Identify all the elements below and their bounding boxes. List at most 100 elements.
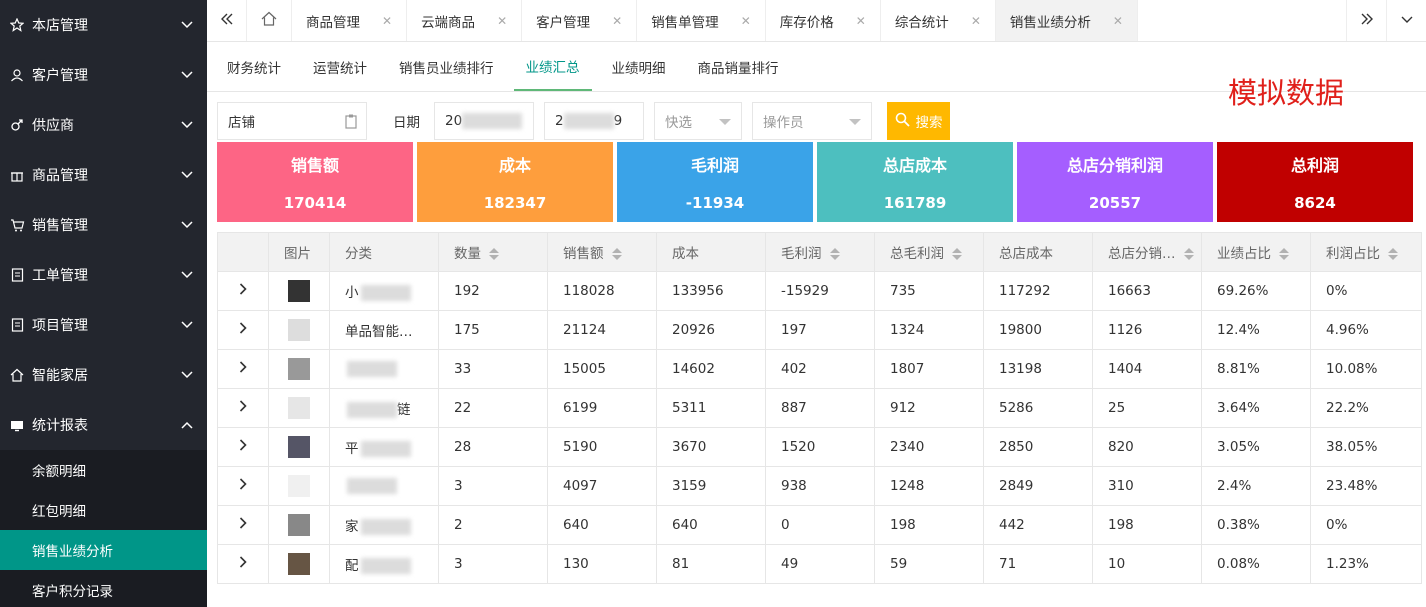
sidebar-item-sales[interactable]: 销售管理 bbox=[0, 200, 207, 250]
card-cost: 成本 182347 bbox=[417, 142, 613, 222]
chevron-right-icon[interactable] bbox=[239, 556, 247, 572]
close-icon[interactable]: ✕ bbox=[382, 14, 392, 28]
sidebar-subitem-sales-analysis[interactable]: 销售业绩分析 bbox=[0, 530, 207, 570]
column-header-profit-share[interactable]: 利润占比 bbox=[1310, 232, 1422, 272]
cell-text: -15929 bbox=[781, 283, 829, 299]
subtab-summary[interactable]: 业绩汇总 bbox=[513, 42, 592, 91]
sort-icon[interactable] bbox=[1388, 248, 1398, 260]
row-expand-cell[interactable] bbox=[217, 544, 269, 584]
tab-stock-price[interactable]: 库存价格 ✕ bbox=[766, 0, 881, 41]
cart-icon bbox=[8, 216, 26, 234]
sidebar-subitem-redpacket[interactable]: 红包明细 bbox=[0, 490, 207, 530]
redacted-text bbox=[347, 361, 397, 377]
chevron-right-icon[interactable] bbox=[239, 322, 247, 338]
product-image-cell bbox=[268, 427, 330, 467]
operator-select[interactable]: 操作员 bbox=[752, 102, 872, 140]
subtab-product-ranking[interactable]: 商品销量排行 bbox=[686, 42, 791, 91]
chevron-right-icon[interactable] bbox=[239, 400, 247, 416]
chevron-right-icon[interactable] bbox=[239, 283, 247, 299]
tab-menu-button[interactable] bbox=[1386, 0, 1426, 41]
cell-text: 118028 bbox=[563, 283, 615, 299]
close-icon[interactable]: ✕ bbox=[971, 14, 981, 28]
card-title: 成本 bbox=[498, 156, 531, 175]
column-header-performance-share[interactable]: 业绩占比 bbox=[1201, 232, 1311, 272]
product-image-cell bbox=[268, 310, 330, 350]
category-cell: 家 bbox=[329, 505, 439, 545]
sort-icon[interactable] bbox=[1183, 248, 1194, 260]
cell-text: 6199 bbox=[563, 400, 598, 416]
tab-sales-orders[interactable]: 销售单管理 ✕ bbox=[637, 0, 766, 41]
column-header-quantity[interactable]: 数量 bbox=[438, 232, 548, 272]
sidebar-item-smarthome[interactable]: 智能家居 bbox=[0, 350, 207, 400]
sidebar-item-suppliers[interactable]: 供应商 bbox=[0, 100, 207, 150]
sort-icon[interactable] bbox=[611, 248, 622, 260]
tab-sales-analysis[interactable]: 销售业绩分析 ✕ bbox=[995, 0, 1138, 41]
table-cell: 1807 bbox=[874, 349, 984, 389]
store-select[interactable]: 店铺 bbox=[217, 102, 367, 140]
sidebar-subitem-points[interactable]: 客户积分记录 bbox=[0, 570, 207, 607]
column-header-hq-distribution[interactable]: 总店分销… bbox=[1092, 232, 1202, 272]
quick-select[interactable]: 快选 bbox=[654, 102, 742, 140]
tab-overall-stats[interactable]: 综合统计 ✕ bbox=[881, 0, 996, 41]
column-header-sales[interactable]: 销售额 bbox=[547, 232, 657, 272]
card-value: 20557 bbox=[1088, 194, 1142, 212]
subtab-finance[interactable]: 财务统计 bbox=[215, 42, 293, 91]
close-icon[interactable]: ✕ bbox=[497, 14, 507, 28]
redacted-text bbox=[360, 441, 411, 457]
sidebar-item-store[interactable]: 本店管理 bbox=[0, 0, 207, 50]
cell-text: 3 bbox=[454, 556, 463, 572]
row-expand-cell[interactable] bbox=[217, 349, 269, 389]
row-expand-cell[interactable] bbox=[217, 388, 269, 428]
document-icon bbox=[8, 266, 26, 284]
chevron-right-icon[interactable] bbox=[239, 478, 247, 494]
close-icon[interactable]: ✕ bbox=[1113, 14, 1123, 28]
subtab-operations[interactable]: 运营统计 bbox=[301, 42, 379, 91]
subtab-detail[interactable]: 业绩明细 bbox=[600, 42, 678, 91]
date-end-input[interactable]: 29 bbox=[544, 102, 644, 140]
tab-customers[interactable]: 客户管理 ✕ bbox=[522, 0, 638, 41]
table-row: 配 3 130 81 49 59 71 10 0.08% 1.23% bbox=[217, 544, 1422, 584]
close-icon[interactable]: ✕ bbox=[612, 14, 622, 28]
chevron-right-icon[interactable] bbox=[239, 439, 247, 455]
row-expand-cell[interactable] bbox=[217, 505, 269, 545]
sort-icon[interactable] bbox=[1279, 248, 1289, 260]
column-header-gross-profit[interactable]: 毛利润 bbox=[765, 232, 875, 272]
search-button[interactable]: 搜索 bbox=[887, 102, 950, 140]
sort-icon[interactable] bbox=[489, 248, 499, 260]
cell-text: 13198 bbox=[999, 361, 1042, 377]
tab-home[interactable] bbox=[247, 0, 292, 41]
row-expand-cell[interactable] bbox=[217, 310, 269, 350]
sidebar-item-customers[interactable]: 客户管理 bbox=[0, 50, 207, 100]
sidebar-item-projects[interactable]: 项目管理 bbox=[0, 300, 207, 350]
column-header-total-gross-profit[interactable]: 总毛利润 bbox=[874, 232, 984, 272]
row-expand-cell[interactable] bbox=[217, 427, 269, 467]
category-cell bbox=[329, 466, 439, 506]
date-end-suffix: 9 bbox=[613, 113, 623, 129]
close-icon[interactable]: ✕ bbox=[741, 14, 751, 28]
scroll-right-button[interactable] bbox=[1346, 0, 1386, 41]
table-cell: 1126 bbox=[1092, 310, 1202, 350]
sidebar-subitem-balance[interactable]: 余额明细 bbox=[0, 450, 207, 490]
table-cell: 12.4% bbox=[1201, 310, 1311, 350]
scroll-left-button[interactable] bbox=[207, 0, 247, 41]
monitor-icon bbox=[8, 416, 26, 434]
cell-text: 5286 bbox=[999, 400, 1034, 416]
subtab-salesperson-ranking[interactable]: 销售员业绩排行 bbox=[387, 42, 506, 91]
sort-icon[interactable] bbox=[829, 248, 840, 260]
chevron-right-icon[interactable] bbox=[239, 361, 247, 377]
redacted-text bbox=[360, 285, 411, 301]
tab-products[interactable]: 商品管理 ✕ bbox=[292, 0, 408, 41]
sidebar-item-products[interactable]: 商品管理 bbox=[0, 150, 207, 200]
sidebar-item-reports[interactable]: 统计报表 bbox=[0, 400, 207, 450]
close-icon[interactable]: ✕ bbox=[856, 14, 866, 28]
chevron-right-icon[interactable] bbox=[239, 517, 247, 533]
sort-icon[interactable] bbox=[952, 248, 962, 260]
tab-cloud-products[interactable]: 云端商品 ✕ bbox=[407, 0, 523, 41]
row-expand-cell[interactable] bbox=[217, 466, 269, 506]
cell-text: 4097 bbox=[563, 478, 598, 494]
date-start-input[interactable]: 20 bbox=[434, 102, 534, 140]
caret-down-icon bbox=[719, 119, 731, 125]
cell-text: 19800 bbox=[999, 322, 1042, 338]
sidebar-item-workorders[interactable]: 工单管理 bbox=[0, 250, 207, 300]
row-expand-cell[interactable] bbox=[217, 271, 269, 311]
